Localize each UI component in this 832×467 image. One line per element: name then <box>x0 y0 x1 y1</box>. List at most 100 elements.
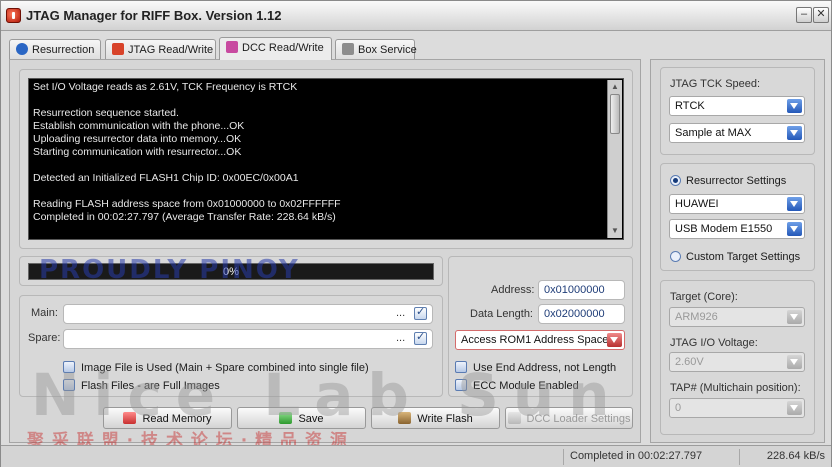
radio-icon <box>670 175 681 186</box>
tap-value: 0 <box>675 402 682 414</box>
io-voltage-label: JTAG I/O Voltage: <box>670 337 758 349</box>
close-button[interactable]: ✕ <box>813 7 829 23</box>
tap-select[interactable]: 0 <box>669 398 805 418</box>
io-voltage-value: 2.60V <box>675 356 704 368</box>
scroll-thumb[interactable] <box>610 94 620 134</box>
checkbox-icon <box>455 379 467 391</box>
read-memory-button[interactable]: Read Memory <box>103 407 232 429</box>
tck-speed-label: JTAG TCK Speed: <box>670 78 761 90</box>
sample-value: Sample at MAX <box>675 127 752 139</box>
main-browse-button[interactable]: ... <box>396 307 405 319</box>
address-field[interactable]: 0x01000000 <box>538 280 625 300</box>
checkbox-label: Flash Files - are Full Images <box>81 380 220 392</box>
chevron-down-icon <box>787 310 802 324</box>
scroll-up-icon[interactable]: ▲ <box>610 82 620 92</box>
tab-jtag-read-write[interactable]: JTAG Read/Write <box>105 39 216 59</box>
address-space-value: Access ROM1 Address Space <box>461 334 609 346</box>
spare-file-field[interactable] <box>63 329 433 349</box>
main-file-field[interactable] <box>63 304 433 324</box>
model-value: USB Modem E1550 <box>675 223 773 235</box>
chevron-down-icon <box>787 222 802 236</box>
log-line: Detected an Initialized FLASH1 Chip ID: … <box>33 172 299 184</box>
settings-icon <box>507 412 521 424</box>
checkbox-label: ECC Module Enabled <box>473 380 579 392</box>
log-line: Establish communication with the phone..… <box>33 120 245 132</box>
log-line: Set I/O Voltage reads as 2.61V, TCK Freq… <box>33 81 298 93</box>
spare-browse-button[interactable]: ... <box>396 332 405 344</box>
button-label: Write Flash <box>417 413 473 425</box>
io-voltage-select[interactable]: 2.60V <box>669 352 805 372</box>
write-flash-icon <box>398 412 412 424</box>
custom-target-radio[interactable]: Custom Target Settings <box>670 251 800 263</box>
data-length-field[interactable]: 0x02000000 <box>538 304 625 324</box>
full-images-checkbox[interactable]: Flash Files - are Full Images <box>63 379 220 392</box>
tab-box-service[interactable]: Box Service <box>335 39 417 59</box>
tab-label: JTAG Read/Write <box>128 44 214 56</box>
tck-speed-value: RTCK <box>675 100 705 112</box>
dcc-icon <box>226 41 238 53</box>
checkbox-icon <box>63 361 75 373</box>
button-label: Read Memory <box>142 413 212 425</box>
checkbox-icon <box>63 379 75 391</box>
ecc-checkbox[interactable]: ECC Module Enabled <box>455 379 579 392</box>
info-icon <box>16 43 28 55</box>
end-address-checkbox[interactable]: Use End Address, not Length <box>455 361 616 374</box>
image-file-checkbox[interactable]: Image File is Used (Main + Spare combine… <box>63 361 369 374</box>
log-line: Uploading resurrector data into memory..… <box>33 133 242 145</box>
resurrector-settings-radio[interactable]: Resurrector Settings <box>670 175 786 187</box>
chevron-down-icon <box>787 126 802 140</box>
tab-label: DCC Read/Write <box>242 42 324 54</box>
chevron-down-icon <box>787 401 802 415</box>
app-window: JTAG Manager for RIFF Box. Version 1.12 … <box>0 0 832 467</box>
checkbox-icon <box>455 361 467 373</box>
log-line: Starting communication with resurrector.… <box>33 146 242 158</box>
minimize-button[interactable]: – <box>796 7 812 23</box>
dcc-loader-settings-button[interactable]: DCC Loader Settings <box>505 407 633 429</box>
sample-select[interactable]: Sample at MAX <box>669 123 805 143</box>
manufacturer-select[interactable]: HUAWEI <box>669 194 805 214</box>
status-bar: Completed in 00:02:27.797 228.64 kB/s <box>1 445 831 467</box>
address-label: Address: <box>491 284 535 296</box>
write-flash-button[interactable]: Write Flash <box>371 407 500 429</box>
chevron-down-icon <box>787 355 802 369</box>
scroll-down-icon[interactable]: ▼ <box>610 226 620 236</box>
tab-label: Resurrection <box>32 44 95 56</box>
title-bar[interactable]: JTAG Manager for RIFF Box. Version 1.12 … <box>1 1 831 31</box>
tab-resurrection[interactable]: Resurrection <box>9 39 101 59</box>
model-select[interactable]: USB Modem E1550 <box>669 219 805 239</box>
checkbox-label: Use End Address, not Length <box>473 362 617 374</box>
radio-label: Resurrector Settings <box>686 175 787 187</box>
save-icon <box>279 412 293 424</box>
save-button[interactable]: Save <box>237 407 366 429</box>
log-line: Completed in 00:02:27.797 (Average Trans… <box>33 211 336 223</box>
chevron-down-icon <box>607 333 622 347</box>
log-line: Reading FLASH address space from 0x01000… <box>33 198 341 210</box>
radio-icon <box>670 251 681 262</box>
radio-label: Custom Target Settings <box>686 251 801 263</box>
log-text: Set I/O Voltage reads as 2.61V, TCK Freq… <box>33 81 603 224</box>
checkbox-label: Image File is Used (Main + Spare combine… <box>81 362 369 374</box>
main-file-check-icon[interactable] <box>414 305 427 320</box>
spare-label: Spare: <box>28 332 61 344</box>
tck-speed-select[interactable]: RTCK <box>669 96 805 116</box>
progress-text: 0% <box>223 266 239 278</box>
button-label: DCC Loader Settings <box>526 413 631 425</box>
console-scrollbar[interactable]: ▲ ▼ <box>607 80 622 238</box>
target-core-select[interactable]: ARM926 <box>669 307 805 327</box>
jtag-icon <box>112 43 124 55</box>
tab-dcc-read-write[interactable]: DCC Read/Write <box>219 37 332 60</box>
log-line: Resurrection sequence started. <box>33 107 179 119</box>
address-space-select[interactable]: Access ROM1 Address Space <box>455 330 625 350</box>
app-logo-icon <box>6 8 21 23</box>
status-transfer-rate: 228.64 kB/s <box>739 449 831 465</box>
log-console[interactable]: Set I/O Voltage reads as 2.61V, TCK Freq… <box>28 78 624 240</box>
target-core-value: ARM926 <box>675 311 718 323</box>
tap-label: TAP# (Multichain position): <box>670 382 801 394</box>
spare-file-check-icon[interactable] <box>414 330 427 345</box>
chevron-down-icon <box>787 197 802 211</box>
chevron-down-icon <box>787 99 802 113</box>
length-label: Data Length: <box>470 308 533 320</box>
